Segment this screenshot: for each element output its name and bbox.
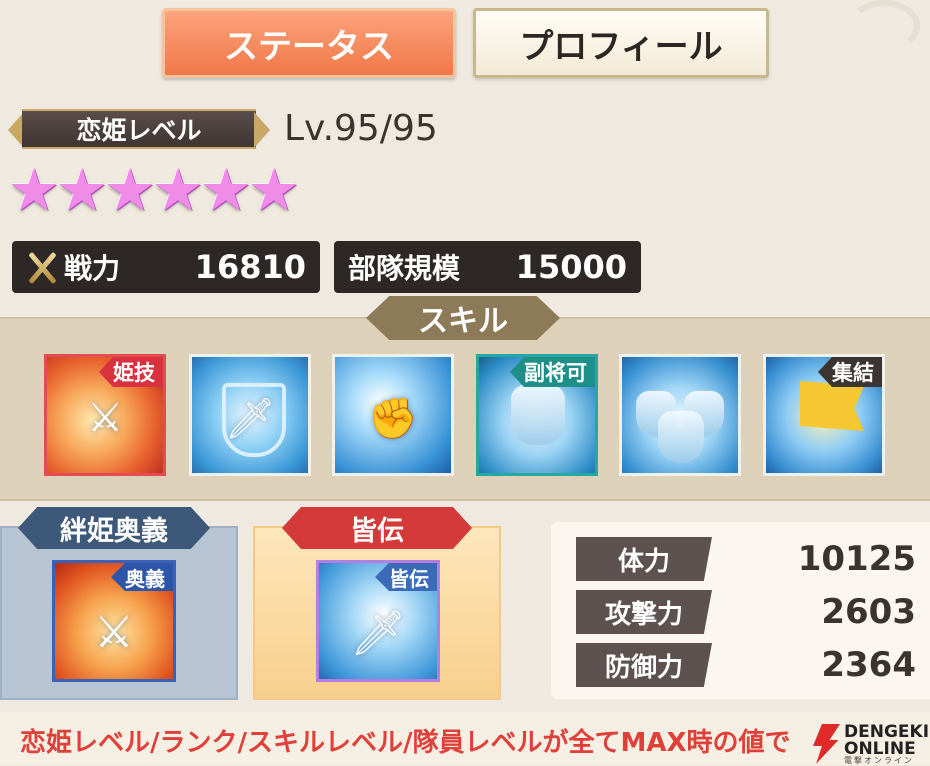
level-value: Lv.95/95 — [284, 108, 438, 149]
stat-label: 体力 — [576, 537, 712, 581]
minaden-header: 皆伝 — [282, 507, 472, 549]
triple-sword-icon: 🗡 — [350, 608, 406, 659]
ougi-skill[interactable]: ⚔ 奥義 — [52, 560, 176, 682]
sword-slash-icon: ⚔ — [87, 395, 123, 441]
stat-value: 2603 — [821, 592, 916, 632]
troop-plate: 部隊規模 15000 — [334, 241, 641, 293]
stat-label: 防御力 — [576, 643, 712, 687]
badge-right-arrow-icon — [254, 112, 270, 148]
skill-tag: 副将可 — [510, 357, 595, 387]
stat-row-hp: 体力 10125 — [576, 537, 916, 581]
tab-status[interactable]: ステータス — [162, 8, 456, 78]
troop-label: 部隊規模 — [348, 252, 461, 285]
minaden-tag: 皆伝 — [375, 563, 437, 591]
skill-tag: 集結 — [818, 357, 882, 387]
tab-profile[interactable]: プロフィール — [473, 8, 769, 78]
dengeki-online-logo: DENGEKI ONLINE 電撃オンライン — [808, 722, 930, 765]
level-badge: 恋姫レベル — [8, 109, 270, 149]
ougi-tag: 奥義 — [111, 563, 173, 591]
lightning-bolt-icon — [813, 724, 840, 764]
flag-icon — [800, 381, 864, 431]
rank-star-icon: ★ — [152, 156, 204, 224]
crossed-swords-icon — [26, 247, 58, 287]
stat-row-defense: 防御力 2364 — [576, 643, 916, 687]
rank-star-icon: ★ — [248, 156, 300, 224]
rank-star-icon: ★ — [56, 156, 108, 224]
troop-value: 15000 — [515, 248, 627, 286]
skill-section-title: スキル — [366, 296, 560, 340]
skill-slot-1[interactable]: ⚔ 姫技 — [44, 354, 166, 476]
skill-slot-6[interactable]: 集結 — [763, 354, 885, 476]
stat-value: 10125 — [797, 539, 916, 579]
armored-arm-icon: ✊ — [368, 396, 418, 442]
power-value: 16810 — [194, 248, 306, 286]
stat-row-attack: 攻撃力 2603 — [576, 590, 916, 634]
stat-value: 2364 — [821, 645, 916, 685]
skill-slot-5[interactable] — [619, 354, 741, 476]
max-value-note: 恋姫レベル/ランク/スキルレベル/隊員レベルが全てMAX時の値で — [20, 728, 791, 758]
minaden-skill[interactable]: 🗡 皆伝 — [316, 560, 440, 682]
rank-star-icon: ★ — [104, 156, 156, 224]
level-badge-label: 恋姫レベル — [76, 116, 202, 145]
armor-icon — [511, 385, 565, 445]
kizuna-header: 絆姫奥義 — [18, 507, 210, 549]
stat-label: 攻撃力 — [576, 590, 712, 634]
background-swirl-decoration — [848, 0, 920, 52]
rank-star-icon: ★ — [200, 156, 252, 224]
rank-stars: ★ ★ ★ ★ ★ ★ — [8, 156, 300, 224]
power-label: 戦力 — [64, 252, 121, 285]
skill-slot-4[interactable]: 副将可 — [476, 354, 598, 476]
skill-tag: 姫技 — [99, 357, 163, 387]
rank-star-icon: ★ — [8, 156, 60, 224]
skill-slot-3[interactable]: ✊ — [332, 354, 454, 476]
group-warriors-icon: ⚔ — [94, 607, 134, 658]
power-plate: 戦力 16810 — [12, 241, 320, 293]
skill-slot-2[interactable]: 🗡 — [189, 354, 311, 476]
